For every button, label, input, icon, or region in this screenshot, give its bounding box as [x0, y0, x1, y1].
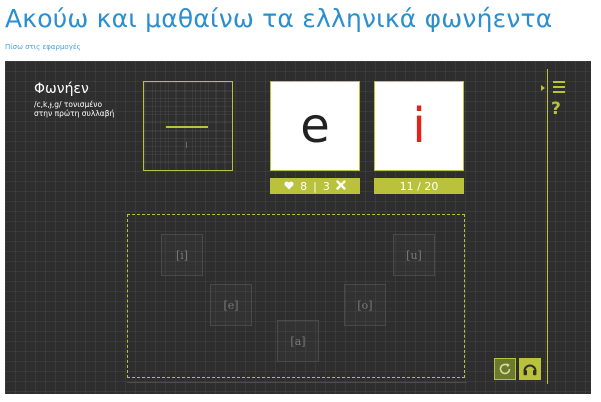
menu-icon[interactable] — [553, 81, 565, 93]
x-icon — [336, 179, 346, 193]
lesson-description: /c,k,ɟ,g/ τονισμένο στην πρώτη συλλαβή — [34, 100, 115, 118]
mouth-shape-panel — [143, 81, 233, 171]
reload-button[interactable] — [494, 358, 516, 380]
side-rail — [547, 69, 548, 384]
vowel-chart: [i] [u] [e] [o] [a] — [127, 214, 465, 378]
correct-count: 8 — [300, 179, 308, 193]
vowel-button-o[interactable]: [o] — [344, 284, 386, 326]
answer-letter-card: i — [374, 81, 464, 171]
lesson-title: Φωνήεν — [34, 81, 89, 97]
vowel-button-i[interactable]: [i] — [161, 234, 203, 276]
reload-icon — [499, 363, 511, 375]
rail-arrow-icon — [541, 85, 545, 91]
score-separator: | — [313, 179, 317, 193]
listen-button[interactable] — [519, 358, 541, 380]
app-canvas: Φωνήεν /c,k,ɟ,g/ τονισμένο στην πρώτη συ… — [5, 61, 591, 394]
help-icon[interactable]: ? — [551, 99, 565, 121]
baseline-divider — [127, 382, 467, 383]
headphones-icon — [523, 364, 537, 376]
target-letter-card: e — [270, 81, 360, 171]
page-title: Ακούω και μαθαίνω τα ελληνικά φωνήεντα — [5, 4, 553, 33]
progress-counter: 11 / 20 — [374, 178, 464, 194]
vowel-button-a[interactable]: [a] — [277, 320, 319, 362]
back-to-apps-link[interactable]: Πίσω στις εφαρμογές — [5, 43, 81, 51]
vowel-button-e[interactable]: [e] — [210, 284, 252, 326]
score-bar: 8 | 3 — [270, 178, 360, 194]
vowel-button-u[interactable]: [u] — [393, 234, 435, 276]
mouth-shape-tick — [186, 142, 187, 148]
heart-icon — [284, 180, 294, 193]
wrong-count: 3 — [322, 179, 330, 193]
mouth-shape-line — [166, 126, 208, 128]
